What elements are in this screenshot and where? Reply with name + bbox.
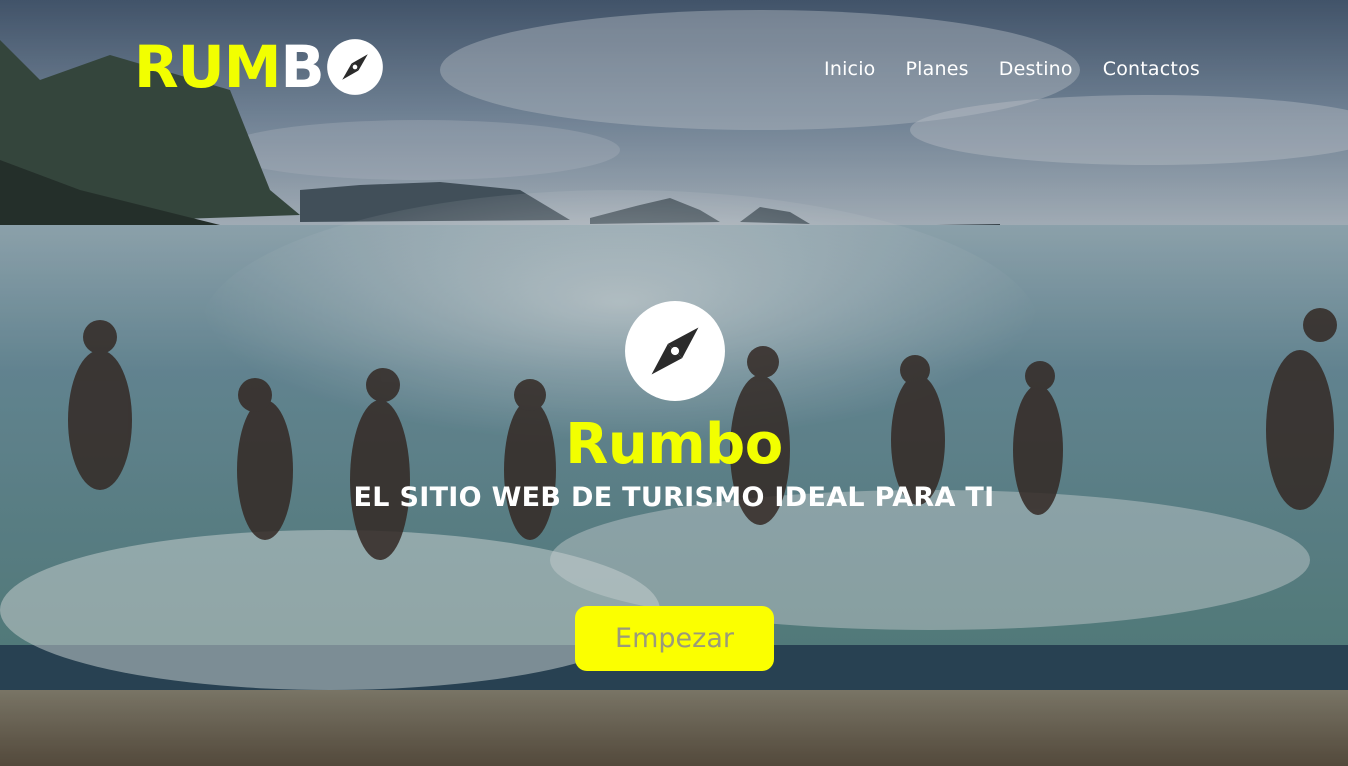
logo-text: RUMB [134,38,325,96]
start-button[interactable]: Empezar [575,606,774,671]
nav-link-planes[interactable]: Planes [906,58,969,80]
nav-link-destino[interactable]: Destino [999,58,1073,80]
hero-title: Rumbo [565,412,783,477]
compass-icon [625,301,725,401]
logo-text-light: B [280,33,324,101]
main-nav: Inicio Planes Destino Contactos [824,58,1200,80]
site-logo[interactable]: RUMB [134,38,384,96]
logo-text-accent: RUM [134,33,281,101]
nav-link-inicio[interactable]: Inicio [824,58,875,80]
hero-section: RUMB Inicio Planes Destino Contactos Rum… [0,0,1348,766]
compass-icon [326,39,383,95]
hero-tagline: EL SITIO WEB DE TURISMO IDEAL PARA TI [353,482,995,513]
nav-link-contactos[interactable]: Contactos [1103,58,1200,80]
